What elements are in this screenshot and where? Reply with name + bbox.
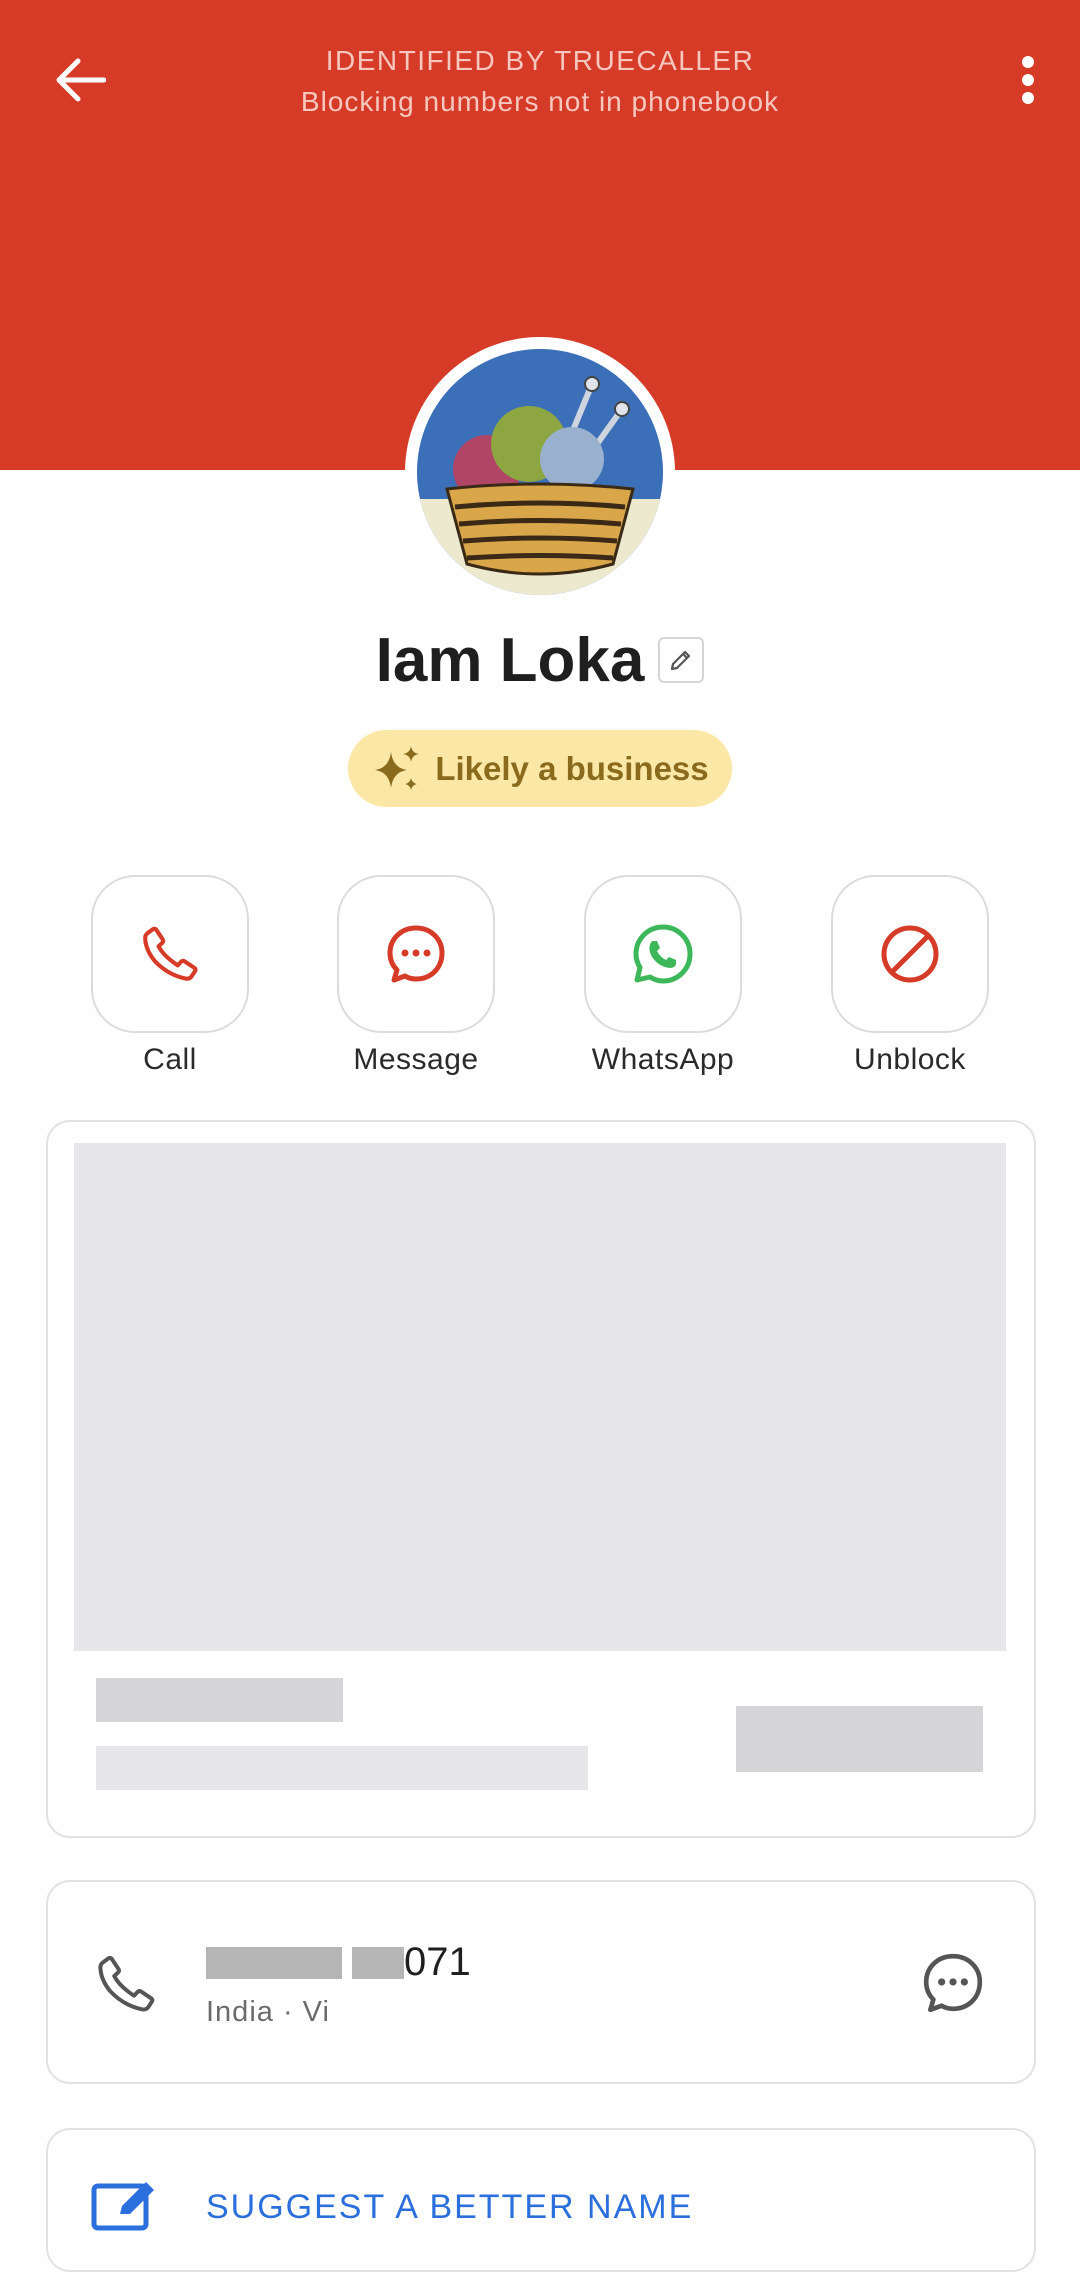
header-title: IDENTIFIED BY TRUECALLER — [325, 45, 755, 76]
basket-of-yarn-avatar — [417, 349, 663, 595]
pencil-icon — [671, 650, 691, 671]
skeleton-image — [74, 1143, 1006, 1651]
header-subtitle: Blocking numbers not in phonebook — [300, 86, 780, 117]
avatar[interactable] — [405, 337, 675, 607]
message-button[interactable]: Message — [316, 875, 516, 1077]
business-badge-label: Likely a business — [435, 749, 709, 787]
header-titles: IDENTIFIED BY TRUECALLER Blocking number… — [200, 44, 880, 119]
skeleton-button — [736, 1706, 983, 1772]
unblock-button-circle[interactable] — [831, 875, 989, 1033]
phone-number[interactable]: 071 — [206, 1940, 471, 1985]
contact-name: Iam Loka — [375, 625, 645, 695]
whatsapp-button[interactable]: WhatsApp — [563, 875, 763, 1077]
suggest-better-name-link[interactable]: SUGGEST A BETTER NAME — [206, 2188, 693, 2227]
unblock-label: Unblock — [854, 1043, 966, 1076]
redacted-digits — [352, 1946, 404, 1979]
back-button[interactable] — [50, 50, 110, 110]
call-button[interactable]: Call — [70, 875, 270, 1077]
chat-bubble-icon — [387, 925, 445, 983]
more-vertical-icon — [1022, 56, 1034, 104]
name-row: Iam Loka — [0, 620, 1080, 700]
action-bar: Call Message WhatsApp Unblock — [0, 875, 1080, 1077]
suggest-name-card[interactable]: SUGGEST A BETTER NAME — [46, 2128, 1036, 2272]
message-button-circle[interactable] — [337, 875, 495, 1033]
redacted-digits — [206, 1946, 342, 1979]
sparkle-icon — [375, 745, 420, 790]
edit-name-button[interactable] — [658, 637, 705, 683]
business-badge[interactable]: Likely a business — [348, 730, 732, 807]
call-label: Call — [143, 1043, 197, 1076]
loading-card — [46, 1120, 1036, 1838]
whatsapp-label: WhatsApp — [591, 1043, 735, 1076]
phone-number-card[interactable]: 071 India · Vi — [46, 1880, 1036, 2084]
skeleton-line — [96, 1678, 343, 1722]
message-label: Message — [353, 1043, 479, 1076]
call-button-circle[interactable] — [91, 875, 249, 1033]
block-icon — [881, 925, 939, 983]
phone-icon — [98, 1955, 155, 2012]
unblock-button[interactable]: Unblock — [810, 875, 1010, 1077]
message-icon[interactable] — [920, 1950, 986, 2016]
phone-carrier: India · Vi — [206, 1996, 330, 2028]
phone-number-suffix: 071 — [404, 1940, 471, 1984]
edit-card-icon — [91, 2182, 154, 2231]
skeleton-line — [96, 1746, 588, 1790]
more-options-button[interactable] — [996, 48, 1060, 112]
whatsapp-button-circle[interactable] — [584, 875, 742, 1033]
arrow-left-icon — [56, 58, 106, 102]
whatsapp-icon — [633, 924, 693, 984]
phone-icon — [143, 926, 198, 981]
